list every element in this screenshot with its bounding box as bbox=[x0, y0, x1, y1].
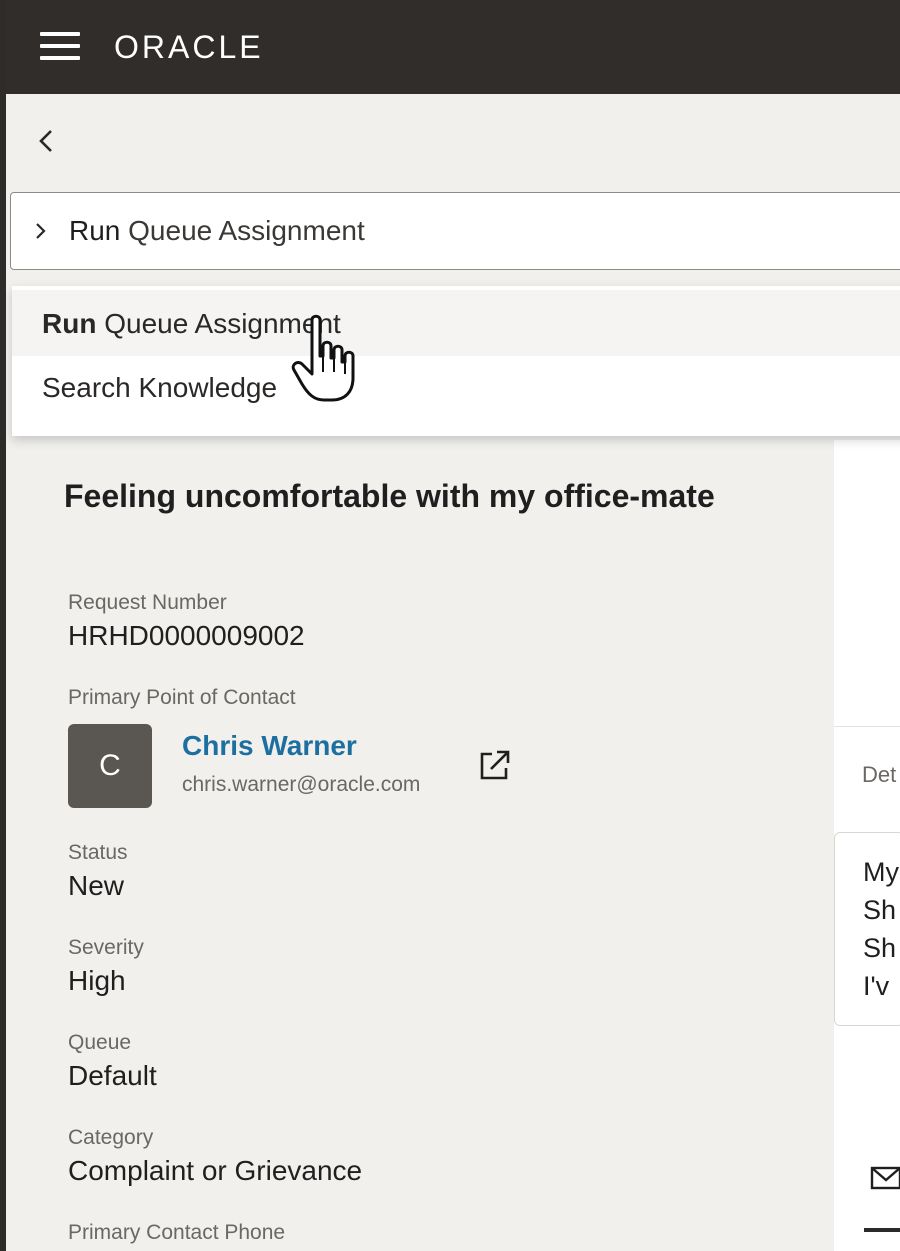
severity-value: High bbox=[68, 965, 126, 996]
search-value-bold: Run bbox=[69, 215, 121, 246]
window-frame-edge bbox=[0, 0, 6, 1251]
search-value-rest: Queue Assignment bbox=[120, 215, 365, 246]
menu-item-label-bold: Run bbox=[42, 308, 97, 339]
details-tab-label[interactable]: Det bbox=[862, 762, 896, 788]
queue-value: Default bbox=[68, 1060, 157, 1091]
primary-contact-label: Primary Point of Contact bbox=[68, 686, 296, 709]
request-number-label: Request Number bbox=[68, 591, 227, 614]
menu-item-label: Search Knowledge bbox=[42, 372, 278, 403]
active-tab-indicator bbox=[864, 1228, 900, 1232]
phone-label: Primary Contact Phone bbox=[68, 1221, 286, 1244]
avatar: C bbox=[68, 724, 152, 808]
status-value: New bbox=[68, 870, 125, 901]
back-row bbox=[6, 94, 900, 192]
status-label: Status bbox=[68, 841, 128, 864]
chevron-left-icon[interactable] bbox=[34, 128, 60, 154]
oracle-logo: ORACLE bbox=[114, 29, 264, 65]
global-header: ORACLE bbox=[0, 0, 900, 94]
message-line: I'v bbox=[863, 971, 890, 1001]
menu-item-label-rest: Queue Assignment bbox=[96, 308, 341, 339]
action-suggestions-menu: Run Queue Assignment Search Knowledge bbox=[12, 286, 900, 436]
message-line: Sh bbox=[863, 895, 897, 925]
hamburger-icon[interactable] bbox=[40, 32, 80, 60]
search-value: Run Queue Assignment bbox=[69, 215, 365, 247]
queue-label: Queue bbox=[68, 1031, 132, 1054]
external-link-icon[interactable] bbox=[478, 748, 512, 782]
action-search-input[interactable]: Run Queue Assignment bbox=[10, 192, 900, 270]
request-number-value: HRHD0000009002 bbox=[68, 620, 305, 651]
menu-item-search-knowledge[interactable]: Search Knowledge bbox=[12, 356, 900, 422]
message-preview: My Sh Sh I'v bbox=[834, 832, 900, 1026]
detail-panel: Det My Sh Sh I'v bbox=[834, 440, 900, 1251]
message-line: My bbox=[863, 857, 899, 887]
severity-label: Severity bbox=[68, 936, 144, 959]
request-title: Feeling uncomfortable with my office-mat… bbox=[64, 478, 715, 514]
divider bbox=[834, 726, 900, 727]
chevron-right-icon bbox=[36, 223, 46, 239]
menu-item-run-queue-assignment[interactable]: Run Queue Assignment bbox=[12, 290, 900, 356]
category-label: Category bbox=[68, 1126, 154, 1149]
category-value: Complaint or Grievance bbox=[68, 1155, 363, 1186]
mail-icon[interactable] bbox=[870, 1164, 900, 1192]
contact-name-link[interactable]: Chris Warner bbox=[182, 730, 357, 762]
menu-item-label: Run Queue Assignment bbox=[42, 308, 341, 340]
message-line: Sh bbox=[863, 933, 897, 963]
contact-email: chris.warner@oracle.com bbox=[182, 773, 421, 796]
